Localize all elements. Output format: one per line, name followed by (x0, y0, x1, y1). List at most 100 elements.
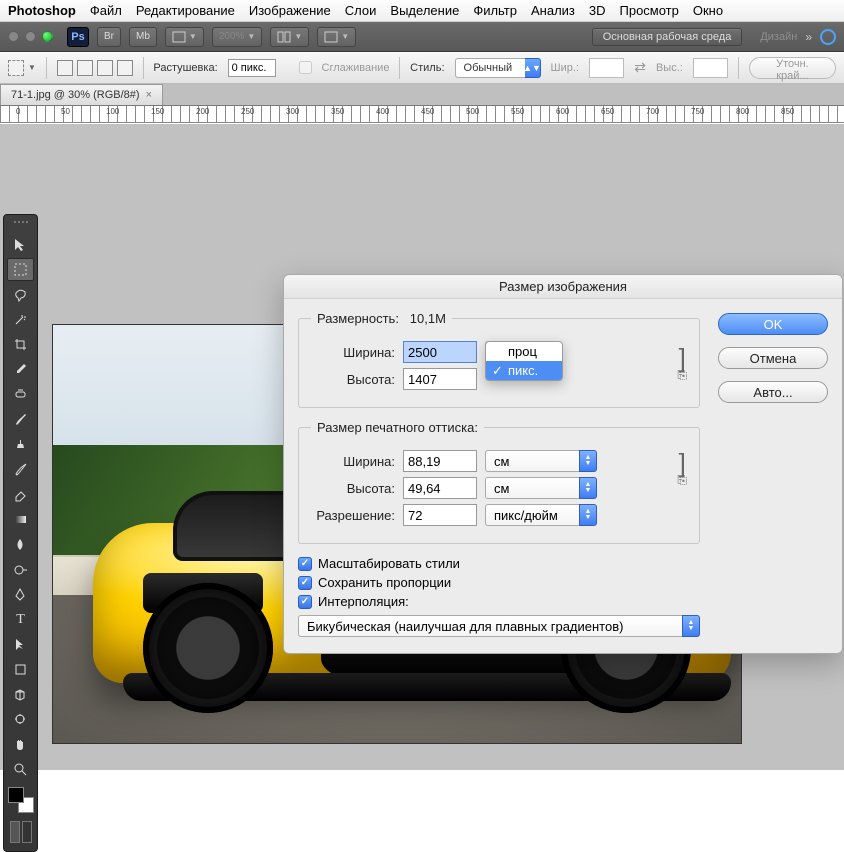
screen-mode-button[interactable]: ▼ (317, 27, 356, 47)
marquee-tool[interactable] (7, 258, 34, 281)
print-height-unit-select[interactable]: см▲▼ (485, 477, 597, 499)
unit-option-pixels[interactable]: пикс. (486, 361, 562, 380)
menu-image[interactable]: Изображение (249, 3, 331, 18)
magic-wand-tool[interactable] (7, 308, 34, 331)
refine-edge-button[interactable]: Уточн. край... (749, 57, 836, 79)
horizontal-ruler: 0 50 100 150 200 250 300 350 400 450 500… (0, 106, 844, 123)
tool-preset[interactable]: ▼ (8, 60, 36, 76)
close-tab-icon[interactable]: × (146, 89, 152, 101)
history-brush-tool[interactable] (7, 458, 34, 481)
selection-new-icon[interactable] (57, 60, 73, 76)
width-label: Шир.: (551, 62, 579, 74)
clone-stamp-tool[interactable] (7, 433, 34, 456)
close-window-icon[interactable] (8, 31, 19, 42)
pixel-height-input[interactable] (403, 368, 477, 390)
minibridge-button[interactable]: Mb (129, 27, 157, 47)
pixel-dimensions-group: Размерность: 10,1M Ширина: пикс. ▲▼ (298, 311, 700, 408)
feather-label: Растушевка: (153, 62, 217, 74)
color-swatches[interactable] (8, 787, 34, 813)
width-field (589, 58, 624, 78)
print-size-group: Размер печатного оттиска: Ширина: см▲▼ (298, 420, 700, 544)
quick-mask-toggle[interactable] (10, 821, 32, 843)
healing-brush-tool[interactable] (7, 383, 34, 406)
workspace-design-label[interactable]: Дизайн (760, 31, 797, 43)
height-label: Выс.: (656, 62, 683, 74)
print-width-unit-select[interactable]: см▲▼ (485, 450, 597, 472)
app-name: Photoshop (8, 3, 76, 18)
scale-styles-checkbox[interactable]: ✓Масштабировать стили (298, 556, 700, 571)
feather-input[interactable] (228, 59, 276, 77)
auto-button[interactable]: Авто... (718, 381, 828, 403)
menu-3d[interactable]: 3D (589, 3, 606, 18)
menu-edit[interactable]: Редактирование (136, 3, 235, 18)
options-bar: ▼ Растушевка: Сглаживание Стиль: Обычный… (0, 52, 844, 84)
lasso-tool[interactable] (7, 283, 34, 306)
menu-file[interactable]: Файл (90, 3, 122, 18)
height-field (693, 58, 728, 78)
antialias-checkbox (299, 61, 312, 74)
brush-tool[interactable] (7, 408, 34, 431)
document-tab-title: 71-1.jpg @ 30% (RGB/8#) (11, 89, 140, 101)
swap-dims-icon: ⇄ (634, 59, 646, 76)
dodge-tool[interactable] (7, 558, 34, 581)
menu-layers[interactable]: Слои (345, 3, 377, 18)
pixel-width-unit-select[interactable]: пикс. ▲▼ проц пикс. (485, 341, 553, 363)
constrain-proportions-checkbox[interactable]: ✓Сохранить пропорции (298, 575, 700, 590)
zoom-window-icon[interactable] (42, 31, 53, 42)
menu-view[interactable]: Просмотр (620, 3, 679, 18)
type-tool[interactable]: T (7, 608, 34, 631)
view-extras-button[interactable]: ▼ (165, 27, 204, 47)
resample-checkbox[interactable]: ✓Интерполяция: (298, 594, 700, 609)
selection-subtract-icon[interactable] (97, 60, 113, 76)
print-width-input[interactable] (403, 450, 477, 472)
selection-mode-group (57, 60, 133, 76)
app-toolbar: Ps Br Mb ▼ 200%▼ ▼ ▼ Основная рабочая ср… (0, 22, 844, 52)
unit-option-percent[interactable]: проц (486, 342, 562, 361)
3d-tool[interactable] (7, 683, 34, 706)
style-label: Стиль: (410, 62, 444, 74)
zoom-level-button[interactable]: 200%▼ (212, 27, 263, 47)
crop-tool[interactable] (7, 333, 34, 356)
ps-logo-icon: Ps (67, 27, 89, 47)
print-height-label: Высота: (311, 481, 395, 496)
expand-workspaces-icon[interactable]: » (805, 30, 812, 44)
marquee-icon (8, 60, 24, 76)
3d-camera-tool[interactable] (7, 708, 34, 731)
blur-tool[interactable] (7, 533, 34, 556)
shape-tool[interactable] (7, 658, 34, 681)
resolution-input[interactable] (403, 504, 477, 526)
arrange-documents-button[interactable]: ▼ (270, 27, 309, 47)
resolution-label: Разрешение: (311, 508, 395, 523)
resolution-unit-select[interactable]: пикс/дюйм▲▼ (485, 504, 597, 526)
pen-tool[interactable] (7, 583, 34, 606)
cancel-button[interactable]: Отмена (718, 347, 828, 369)
style-select[interactable]: Обычный ▲▼ (455, 58, 541, 78)
search-icon[interactable] (820, 29, 836, 45)
move-tool[interactable] (7, 233, 34, 256)
menu-select[interactable]: Выделение (390, 3, 459, 18)
workspace-selector[interactable]: Основная рабочая среда (592, 28, 743, 46)
minimize-window-icon[interactable] (25, 31, 36, 42)
interpolation-select[interactable]: Бикубическая (наилучшая для плавных град… (298, 615, 700, 637)
document-tab[interactable]: 71-1.jpg @ 30% (RGB/8#) × (0, 84, 163, 105)
image-size-dialog: Размер изображения Размерность: 10,1M Ши… (283, 274, 843, 654)
print-constrain-link-icon: ]⎘ (677, 453, 687, 488)
ok-button[interactable]: OK (718, 313, 828, 335)
gradient-tool[interactable] (7, 508, 34, 531)
constrain-link-icon: ]⎘ (677, 348, 687, 383)
mac-menubar: Photoshop Файл Редактирование Изображени… (0, 0, 844, 22)
eraser-tool[interactable] (7, 483, 34, 506)
pixel-width-input[interactable] (403, 341, 477, 363)
unit-dropdown-popup: проц пикс. (485, 341, 563, 381)
bridge-button[interactable]: Br (97, 27, 121, 47)
menu-window[interactable]: Окно (693, 3, 723, 18)
menu-analysis[interactable]: Анализ (531, 3, 575, 18)
print-height-input[interactable] (403, 477, 477, 499)
selection-intersect-icon[interactable] (117, 60, 133, 76)
eyedropper-tool[interactable] (7, 358, 34, 381)
selection-add-icon[interactable] (77, 60, 93, 76)
hand-tool[interactable] (7, 733, 34, 756)
menu-filter[interactable]: Фильтр (473, 3, 517, 18)
pixel-height-label: Высота: (311, 372, 395, 387)
path-selection-tool[interactable] (7, 633, 34, 656)
